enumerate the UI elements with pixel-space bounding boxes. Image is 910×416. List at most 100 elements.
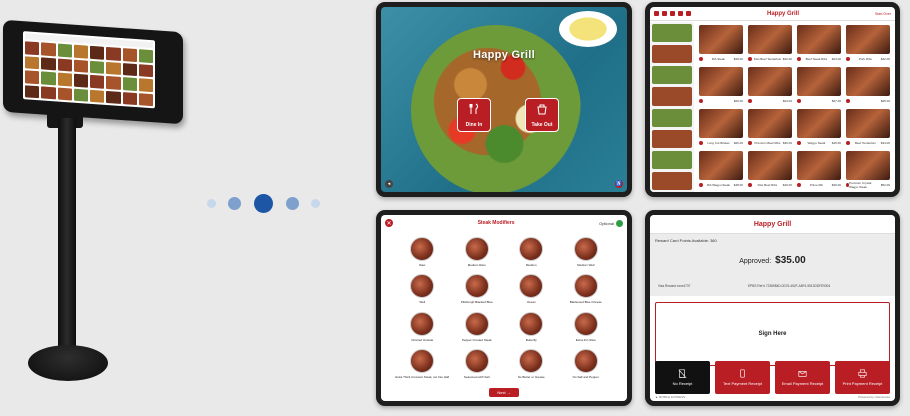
menu-item-card[interactable]: Beef Steak Ribs $24.00 <box>797 25 841 63</box>
menu-item-card[interactable]: Filet Beef Ribs $29.00 <box>748 151 792 189</box>
info-icon[interactable] <box>748 141 752 145</box>
text-payment-receipt-button[interactable]: Text Payment Receipt <box>715 361 770 394</box>
modifier-option[interactable]: Seasoned with Salt <box>450 346 505 384</box>
modifier-option[interactable]: Butterfly <box>504 308 559 346</box>
menu-item-image <box>846 67 890 96</box>
menu-item-card[interactable]: Prime Rib $36.00 <box>797 151 841 189</box>
menu-item-price: $28.00 <box>733 57 743 61</box>
start-over-button[interactable]: Start Over <box>875 12 891 16</box>
category-item[interactable] <box>652 87 692 106</box>
home-icon[interactable] <box>654 11 659 16</box>
modifier-label: Medium <box>525 262 537 267</box>
carousel-dot[interactable] <box>228 196 241 210</box>
carousel-dot[interactable] <box>286 196 299 210</box>
info-icon[interactable] <box>797 57 801 61</box>
modifier-option[interactable]: No Butter or Grease <box>504 346 559 384</box>
modifier-option[interactable]: Ocean <box>504 271 559 309</box>
next-button[interactable]: Next → <box>489 388 519 397</box>
info-icon[interactable] <box>797 183 801 187</box>
approved-line: Approved: $35.00 <box>650 255 895 266</box>
accessibility-icon[interactable] <box>678 11 683 16</box>
info-icon[interactable] <box>699 141 703 145</box>
modifier-option[interactable]: Medium Rare <box>450 233 505 271</box>
menu-item-price: $36.00 <box>831 183 841 187</box>
email-payment-receipt-button[interactable]: Email Payment Receipt <box>775 361 830 394</box>
info-icon[interactable] <box>699 99 703 103</box>
info-icon[interactable] <box>846 57 850 61</box>
email-receipt-icon <box>798 371 807 377</box>
category-item[interactable] <box>652 171 692 190</box>
category-item[interactable] <box>652 150 692 169</box>
menu-item-card[interactable]: Premium Crystal Wagyu Steak $52.00 <box>846 151 890 189</box>
menu-item-price: $29.00 <box>782 183 792 187</box>
kiosk-menu-tile <box>41 71 56 85</box>
info-icon[interactable] <box>748 99 752 103</box>
modifier-header: ✕ Steak Modifiers Optional <box>381 215 627 231</box>
menu-item-name: Wagyu Steak <box>807 141 826 145</box>
no-receipt-button[interactable]: No Receipt <box>655 361 710 394</box>
help-icon[interactable] <box>670 11 675 16</box>
menu-item-card[interactable]: Rib Wagyu Steak $48.00 <box>699 151 743 189</box>
category-item[interactable] <box>652 129 692 148</box>
accessibility-button[interactable]: ♿ <box>615 180 623 188</box>
menu-item-card[interactable]: $25.00 <box>846 67 890 105</box>
category-item[interactable] <box>652 66 692 85</box>
modifier-option[interactable]: Medium <box>504 233 559 271</box>
menu-item-card[interactable]: Pork Ribs $22.00 <box>846 25 890 63</box>
carousel-dot-active[interactable] <box>254 193 273 213</box>
modifier-option[interactable]: Extra Thick Crosscut Steak, cut Into Hal… <box>395 346 450 384</box>
menu-item-card[interactable]: Beef Tenderloin $34.00 <box>846 109 890 147</box>
language-button[interactable]: ◂ <box>385 180 393 188</box>
menu-item-name: Prime Rib <box>809 183 823 187</box>
menu-item-card[interactable]: $24.00 <box>748 67 792 105</box>
kiosk-menu-tile <box>122 48 137 62</box>
info-icon[interactable] <box>797 99 801 103</box>
category-item[interactable] <box>652 108 692 127</box>
menu-item-card[interactable]: Premium Beef Ribs $30.00 <box>748 109 792 147</box>
menu-item-name: Beef Steak Ribs <box>805 57 828 61</box>
info-icon[interactable] <box>699 183 703 187</box>
phone-receipt-icon <box>740 369 745 378</box>
menu-item-card[interactable]: Long Cut Brisket $26.00 <box>699 109 743 147</box>
modifier-option[interactable]: Pittsburgh Blacked Blue <box>450 271 505 309</box>
tablet-welcome: Happy Grill Dine In Take Out ◂ ♿ <box>376 2 632 197</box>
search-icon[interactable] <box>686 11 691 16</box>
info-icon[interactable] <box>846 99 850 103</box>
menu-item-card[interactable]: Rib Steak $28.00 <box>699 25 743 63</box>
modifier-option[interactable]: Pepper Crusted Steak <box>450 308 505 346</box>
menu-item-card[interactable]: $26.00 <box>699 67 743 105</box>
modifier-option[interactable]: Medium Well <box>559 233 614 271</box>
modifier-option[interactable]: Well <box>395 271 450 309</box>
modifier-option[interactable]: Extra thin Slice <box>559 308 614 346</box>
menu-item-card[interactable]: Wagyu Steak $45.00 <box>797 109 841 147</box>
carousel-dot[interactable] <box>311 198 320 208</box>
take-out-button[interactable]: Take Out <box>525 98 559 132</box>
modifier-option[interactable]: Charred Outside <box>395 308 450 346</box>
modifier-screen: ✕ Steak Modifiers Optional Raw Medium Rar… <box>381 215 627 401</box>
modifier-photo <box>573 236 598 261</box>
signature-pad[interactable]: Sign Here <box>655 302 890 366</box>
info-icon[interactable] <box>797 141 801 145</box>
info-icon[interactable] <box>748 57 752 61</box>
language-icon[interactable] <box>662 11 667 16</box>
print-payment-receipt-button[interactable]: Print Payment Receipt <box>835 361 890 394</box>
confirm-icon[interactable] <box>616 219 623 227</box>
modifier-label: Seasoned with Salt <box>463 375 490 380</box>
carousel-dot[interactable] <box>207 198 216 208</box>
approved-label: Approved: <box>739 258 772 265</box>
modifier-option[interactable]: Blackened Blue Cheese <box>559 271 614 309</box>
info-icon[interactable] <box>846 141 850 145</box>
category-item[interactable] <box>652 45 692 64</box>
close-icon[interactable]: ✕ <box>385 219 393 227</box>
modifier-option[interactable]: No Salt and Pepper <box>559 346 614 384</box>
kiosk-menu-tile <box>73 73 88 88</box>
modifier-option[interactable]: Raw <box>395 233 450 271</box>
menu-item-card[interactable]: $27.00 <box>797 67 841 105</box>
kiosk-menu-tile <box>122 62 137 77</box>
info-icon[interactable] <box>699 57 703 61</box>
dine-in-button[interactable]: Dine In <box>457 98 491 132</box>
category-item[interactable] <box>652 24 692 43</box>
menu-item-card[interactable]: Filet Beef Tenderloin $32.00 <box>748 25 792 63</box>
info-icon[interactable] <box>748 183 752 187</box>
kiosk-menu-tile <box>138 78 153 92</box>
